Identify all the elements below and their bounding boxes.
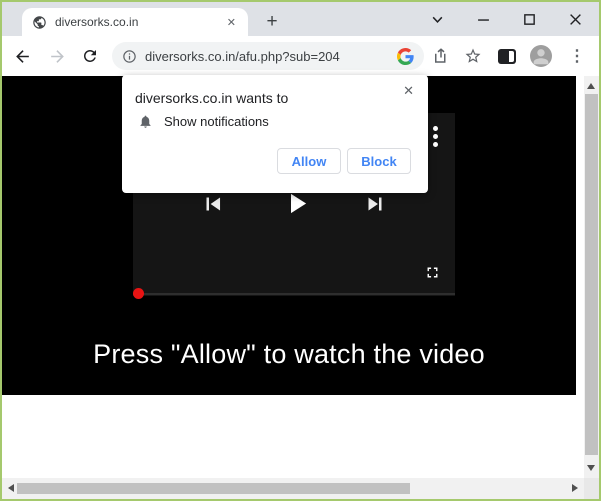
vertical-scroll-thumb[interactable] (585, 94, 598, 455)
block-button[interactable]: Block (347, 148, 411, 174)
skip-next-icon[interactable] (362, 191, 388, 217)
progress-bar[interactable] (133, 293, 455, 295)
window-restore-down-icon[interactable] (423, 5, 451, 33)
globe-favicon-icon (32, 15, 47, 30)
new-tab-button[interactable]: + (259, 9, 285, 35)
profile-avatar[interactable] (527, 42, 555, 70)
browser-toolbar: diversorks.co.in/afu.php?sub=204 ⋮ (2, 36, 599, 76)
tab-bar: diversorks.co.in ✕ + (2, 2, 599, 36)
forward-icon[interactable] (43, 42, 71, 70)
skip-previous-icon[interactable] (200, 191, 226, 217)
scroll-up-icon[interactable] (587, 83, 595, 89)
scrollbar-corner (584, 478, 599, 499)
page-message: Press "Allow" to watch the video (2, 339, 576, 370)
playhead-dot[interactable] (133, 288, 144, 299)
scroll-left-icon[interactable] (8, 484, 14, 492)
allow-button[interactable]: Allow (277, 148, 341, 174)
notification-permission-popup: ✕ diversorks.co.in wants to Show notific… (122, 75, 428, 193)
scroll-right-icon[interactable] (572, 484, 578, 492)
tab-title: diversorks.co.in (55, 15, 223, 29)
window-close-icon[interactable] (561, 5, 589, 33)
side-panel-icon[interactable] (493, 42, 521, 70)
menu-kebab-icon[interactable]: ⋮ (565, 42, 589, 70)
site-info-icon[interactable] (122, 49, 137, 64)
back-icon[interactable] (8, 42, 36, 70)
tab-close-icon[interactable]: ✕ (223, 14, 240, 31)
window-minimize-icon[interactable] (469, 5, 497, 33)
google-g-icon (397, 48, 414, 65)
horizontal-scroll-thumb[interactable] (17, 483, 410, 494)
bookmark-star-icon[interactable] (459, 42, 487, 70)
browser-tab[interactable]: diversorks.co.in ✕ (22, 8, 248, 36)
player-menu-kebab-icon[interactable] (433, 123, 438, 150)
scroll-down-icon[interactable] (587, 465, 595, 471)
popup-request-text: Show notifications (164, 114, 269, 129)
horizontal-scrollbar[interactable] (2, 478, 584, 499)
url-text: diversorks.co.in/afu.php?sub=204 (145, 49, 397, 64)
popup-title: diversorks.co.in wants to (135, 90, 288, 106)
address-bar[interactable]: diversorks.co.in/afu.php?sub=204 (112, 42, 424, 70)
vertical-scrollbar[interactable] (584, 76, 599, 478)
browser-window: diversorks.co.in ✕ + (0, 0, 601, 501)
share-icon[interactable] (427, 42, 455, 70)
bell-icon (138, 114, 153, 129)
fullscreen-icon[interactable] (423, 263, 441, 281)
popup-close-icon[interactable]: ✕ (399, 79, 418, 103)
reload-icon[interactable] (76, 42, 104, 70)
window-maximize-icon[interactable] (515, 5, 543, 33)
